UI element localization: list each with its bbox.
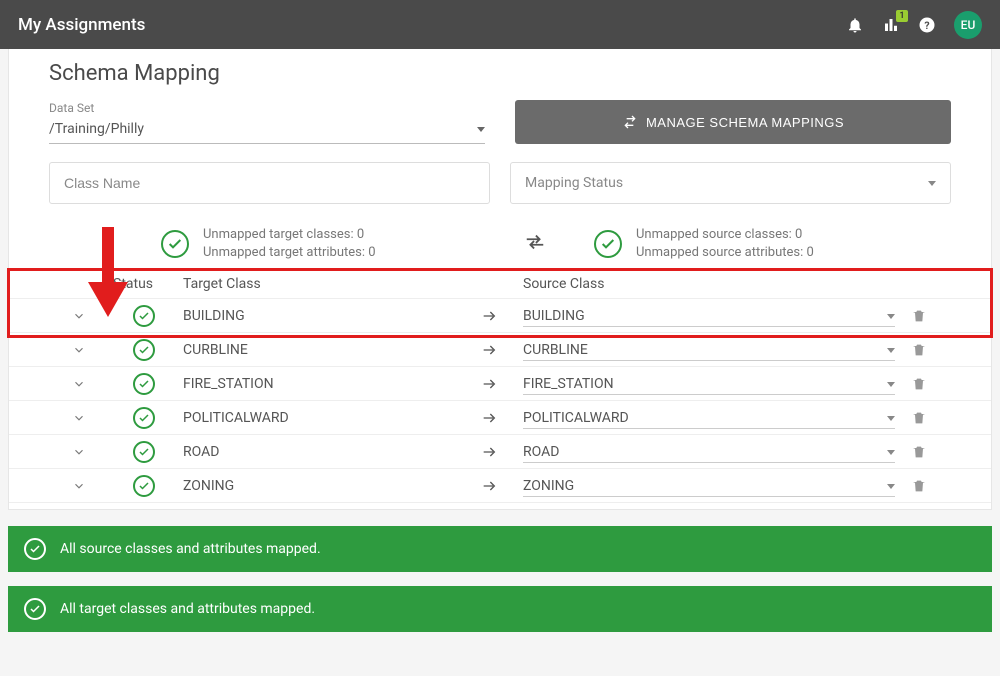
chart-badge: 1 bbox=[896, 10, 908, 22]
delete-row-button[interactable] bbox=[899, 342, 939, 358]
arrow-right-icon bbox=[459, 342, 519, 358]
manage-btn-label: MANAGE SCHEMA MAPPINGS bbox=[646, 115, 844, 130]
unmapped-source-classes: Unmapped source classes: 0 bbox=[636, 226, 814, 244]
main-card: Schema Mapping Data Set /Training/Philly… bbox=[8, 49, 992, 510]
source-class-value: FIRE_STATION bbox=[523, 376, 614, 392]
source-class-select[interactable]: FIRE_STATION bbox=[519, 372, 899, 395]
check-circle-icon bbox=[594, 230, 622, 258]
delete-row-button[interactable] bbox=[899, 376, 939, 392]
check-circle-icon bbox=[133, 475, 155, 497]
arrow-right-icon bbox=[459, 410, 519, 426]
expand-row-button[interactable] bbox=[49, 411, 109, 425]
arrow-right-icon bbox=[459, 308, 519, 324]
expand-row-button[interactable] bbox=[49, 343, 109, 357]
target-class-value: CURBLINE bbox=[179, 342, 459, 358]
chevron-down-icon bbox=[887, 382, 895, 387]
target-class-value: BUILDING bbox=[179, 308, 459, 324]
row-status bbox=[109, 441, 179, 463]
manage-schema-mappings-button[interactable]: MANAGE SCHEMA MAPPINGS bbox=[515, 100, 951, 144]
expand-row-button[interactable] bbox=[49, 479, 109, 493]
check-circle-icon bbox=[133, 407, 155, 429]
table-row: CURBLINE CURBLINE bbox=[9, 333, 991, 367]
delete-row-button[interactable] bbox=[899, 444, 939, 460]
source-class-select[interactable]: BUILDING bbox=[519, 304, 899, 327]
avatar[interactable]: EU bbox=[954, 11, 982, 39]
expand-row-button[interactable] bbox=[49, 445, 109, 459]
bell-icon[interactable] bbox=[846, 16, 864, 34]
row-status bbox=[109, 407, 179, 429]
table-row: BUILDING BUILDING bbox=[9, 299, 991, 333]
chevron-down-icon bbox=[887, 450, 895, 455]
unmapped-source-attrs: Unmapped source attributes: 0 bbox=[636, 244, 814, 262]
row-status bbox=[109, 339, 179, 361]
target-class-value: FIRE_STATION bbox=[179, 376, 459, 392]
chevron-down-icon bbox=[928, 181, 936, 186]
banner-source-mapped: All source classes and attributes mapped… bbox=[8, 526, 992, 572]
chart-icon[interactable]: 1 bbox=[882, 16, 900, 34]
check-circle-icon bbox=[24, 538, 46, 560]
unmapped-target-classes: Unmapped target classes: 0 bbox=[203, 226, 376, 244]
arrow-right-icon bbox=[459, 376, 519, 392]
check-circle-icon bbox=[133, 373, 155, 395]
source-class-value: CURBLINE bbox=[523, 342, 588, 358]
expand-row-button[interactable] bbox=[49, 377, 109, 391]
col-target: Target Class bbox=[179, 276, 459, 292]
banner-target-mapped: All target classes and attributes mapped… bbox=[8, 586, 992, 632]
chevron-down-icon bbox=[887, 314, 895, 319]
row-status bbox=[109, 373, 179, 395]
source-class-select[interactable]: POLITICALWARD bbox=[519, 406, 899, 429]
table-row: ZONING ZONING bbox=[9, 469, 991, 503]
mapping-status-filter[interactable]: Mapping Status bbox=[510, 162, 951, 204]
dataset-label: Data Set bbox=[49, 101, 485, 115]
dataset-field: Data Set /Training/Philly bbox=[49, 101, 485, 144]
target-class-value: POLITICALWARD bbox=[179, 410, 459, 426]
check-circle-icon bbox=[133, 339, 155, 361]
banner-source-text: All source classes and attributes mapped… bbox=[60, 541, 321, 557]
swap-icon bbox=[622, 114, 638, 130]
row-status bbox=[109, 475, 179, 497]
banner-target-text: All target classes and attributes mapped… bbox=[60, 601, 315, 617]
check-circle-icon bbox=[133, 305, 155, 327]
delete-row-button[interactable] bbox=[899, 410, 939, 426]
target-class-value: ZONING bbox=[179, 478, 459, 494]
topbar-icons: 1 ? EU bbox=[846, 11, 982, 39]
chevron-down-icon bbox=[887, 484, 895, 489]
source-class-value: BUILDING bbox=[523, 308, 585, 324]
table-row: ROAD ROAD bbox=[9, 435, 991, 469]
check-circle-icon bbox=[161, 230, 189, 258]
mapping-table: Status Target Class Source Class BUILDIN… bbox=[9, 270, 991, 503]
delete-row-button[interactable] bbox=[899, 308, 939, 324]
delete-row-button[interactable] bbox=[899, 478, 939, 494]
swap-horiz-icon bbox=[524, 231, 546, 257]
table-row: FIRE_STATION FIRE_STATION bbox=[9, 367, 991, 401]
table-row: POLITICALWARD POLITICALWARD bbox=[9, 401, 991, 435]
source-class-value: ZONING bbox=[523, 478, 574, 494]
arrow-right-icon bbox=[459, 444, 519, 460]
unmapped-target-attrs: Unmapped target attributes: 0 bbox=[203, 244, 376, 262]
mapping-status-placeholder: Mapping Status bbox=[525, 175, 623, 191]
class-name-input[interactable] bbox=[64, 175, 475, 191]
source-class-value: ROAD bbox=[523, 444, 559, 460]
check-circle-icon bbox=[24, 598, 46, 620]
check-circle-icon bbox=[133, 441, 155, 463]
source-class-select[interactable]: ROAD bbox=[519, 440, 899, 463]
help-icon[interactable]: ? bbox=[918, 16, 936, 34]
chevron-down-icon bbox=[887, 348, 895, 353]
target-class-value: ROAD bbox=[179, 444, 459, 460]
col-source: Source Class bbox=[519, 276, 899, 292]
source-class-value: POLITICALWARD bbox=[523, 410, 629, 426]
page-title-topbar: My Assignments bbox=[18, 15, 145, 35]
class-name-filter[interactable] bbox=[49, 162, 490, 204]
annotation-arrow bbox=[88, 227, 128, 317]
chevron-down-icon bbox=[477, 127, 485, 132]
dataset-value: /Training/Philly bbox=[49, 121, 144, 137]
svg-text:?: ? bbox=[924, 18, 929, 31]
topbar: My Assignments 1 ? EU bbox=[0, 0, 1000, 49]
source-class-select[interactable]: CURBLINE bbox=[519, 338, 899, 361]
chevron-down-icon bbox=[887, 416, 895, 421]
dataset-select[interactable]: /Training/Philly bbox=[49, 115, 485, 144]
page-title: Schema Mapping bbox=[49, 61, 951, 86]
arrow-right-icon bbox=[459, 478, 519, 494]
source-class-select[interactable]: ZONING bbox=[519, 474, 899, 497]
